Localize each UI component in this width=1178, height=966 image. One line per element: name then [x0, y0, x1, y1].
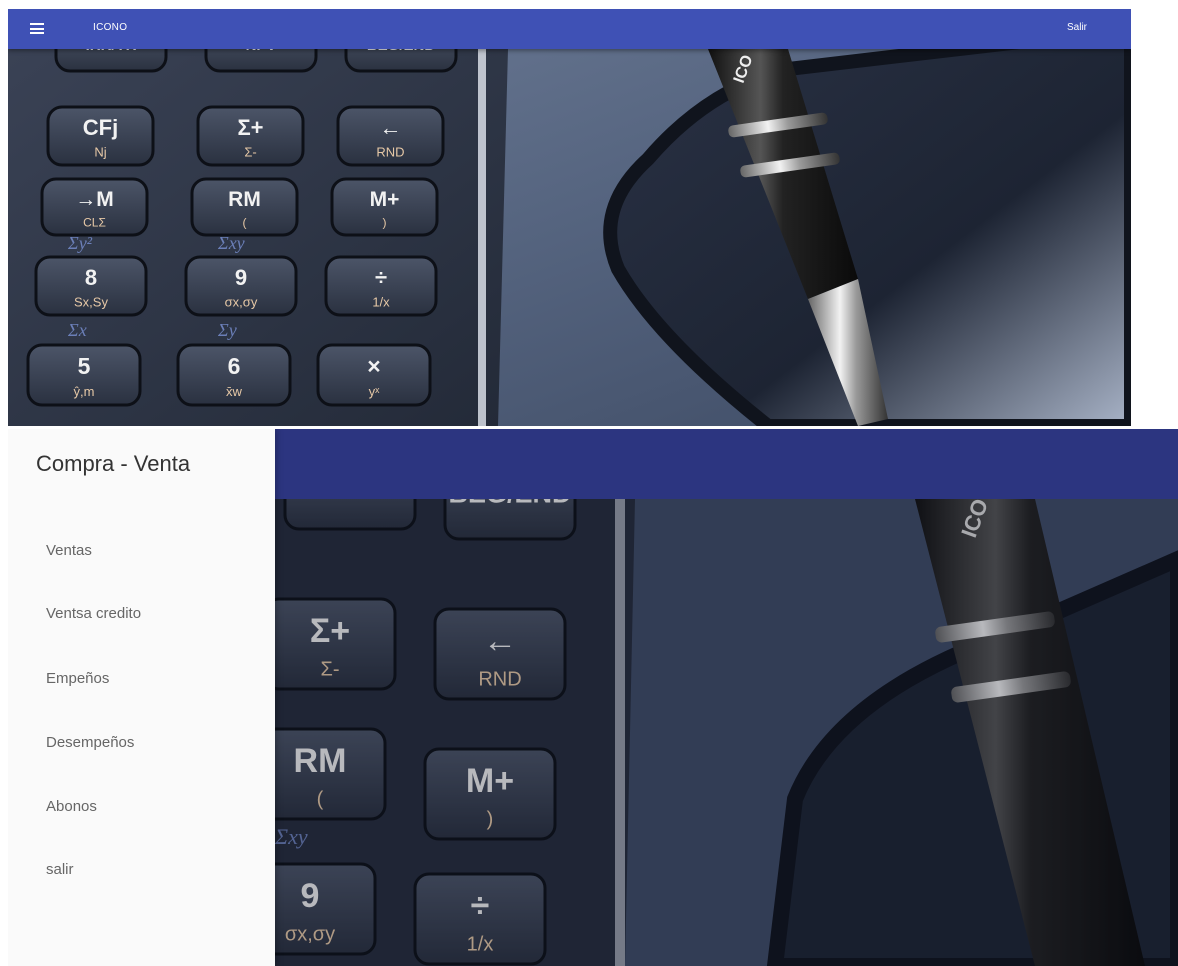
svg-text:Σ-: Σ- [244, 144, 256, 159]
svg-text:CFj: CFj [83, 115, 118, 140]
calc-key: Σ+ Σ- [196, 105, 305, 167]
svg-text:←: ← [380, 115, 402, 140]
calculator-pen-background-image-dimmed: NPVBEG/ENDΣ+Σ-←RNDRM(M+)Σxy9σx,σy÷1/xICO [275, 499, 1178, 966]
calc-blue-label: Σy [217, 320, 237, 340]
calc-key: ← RND [336, 105, 445, 167]
app-screenshot-main: ICONO Salir CFj Nj Σ+ Σ- ← RND →M CLΣ RM… [8, 9, 1131, 426]
calc-key: CFj Nj [46, 105, 155, 167]
svg-text:ŷ,m: ŷ,m [74, 384, 95, 399]
app-screenshot-drawer-open: NPVBEG/ENDΣ+Σ-←RNDRM(M+)Σxy9σx,σy÷1/xICO… [8, 429, 1178, 966]
calc-key: →M CLΣ [40, 177, 149, 237]
top-app-bar: ICONO Salir [8, 9, 1131, 49]
calc-key: 9 σx,σy [184, 255, 298, 317]
svg-text:6: 6 [228, 353, 241, 379]
svg-text:yˣ: yˣ [369, 384, 381, 399]
logout-button[interactable]: Salir [1067, 22, 1087, 33]
svg-text:×: × [367, 353, 380, 379]
svg-text:÷: ÷ [375, 265, 387, 290]
drawer-title: Compra - Venta [36, 451, 191, 476]
calc-key: 5 ŷ,m [26, 343, 142, 407]
svg-text:): ) [383, 216, 387, 230]
svg-text:→M: →M [75, 188, 114, 211]
drawer-item-desempenos[interactable]: Desempeños [46, 734, 134, 751]
drawer-item-salir[interactable]: salir [46, 861, 74, 878]
calc-key: × yˣ [316, 343, 432, 407]
navigation-drawer: Compra - Venta Ventas Ventsa credito Emp… [8, 429, 275, 966]
calc-key: RM ( [190, 177, 299, 237]
app-brand[interactable]: ICONO [93, 22, 127, 33]
svg-text:x̄w: x̄w [226, 384, 243, 399]
svg-text:Σ+: Σ+ [237, 115, 263, 140]
svg-text:(: ( [243, 216, 247, 230]
svg-text:5: 5 [78, 353, 91, 379]
svg-text:Nj: Nj [94, 144, 106, 159]
calc-blue-label: Σxy [217, 233, 245, 253]
calc-blue-label: Σx [67, 320, 87, 340]
svg-text:CLΣ: CLΣ [83, 216, 106, 230]
calc-key: 6 x̄w [176, 343, 292, 407]
calc-key: ÷ 1/x [324, 255, 438, 317]
hamburger-menu-icon[interactable] [30, 23, 44, 34]
svg-text:1/x: 1/x [372, 294, 390, 309]
calc-key: 8 Sx,Sy [34, 255, 148, 317]
svg-text:9: 9 [235, 265, 247, 290]
drawer-item-abonos[interactable]: Abonos [46, 798, 97, 815]
svg-text:RND: RND [376, 144, 404, 159]
drawer-item-ventas-credito[interactable]: Ventsa credito [46, 605, 141, 622]
svg-text:8: 8 [85, 265, 97, 290]
svg-text:RM: RM [228, 188, 261, 211]
calculator-pen-background-image: IRR/YRNPVBEG/ENDCFjNjΣ+Σ-←RND→MCLΣRM(M+)… [8, 9, 1131, 426]
top-app-bar-dimmed [275, 429, 1178, 499]
drawer-item-ventas[interactable]: Ventas [46, 542, 92, 559]
svg-text:σx,σy: σx,σy [225, 294, 258, 309]
drawer-item-empenos[interactable]: Empeños [46, 670, 109, 687]
svg-text:M+: M+ [370, 188, 400, 211]
calc-key: M+) [330, 177, 439, 237]
svg-text:Sx,Sy: Sx,Sy [74, 294, 108, 309]
calc-blue-label: Σy² [67, 233, 93, 253]
